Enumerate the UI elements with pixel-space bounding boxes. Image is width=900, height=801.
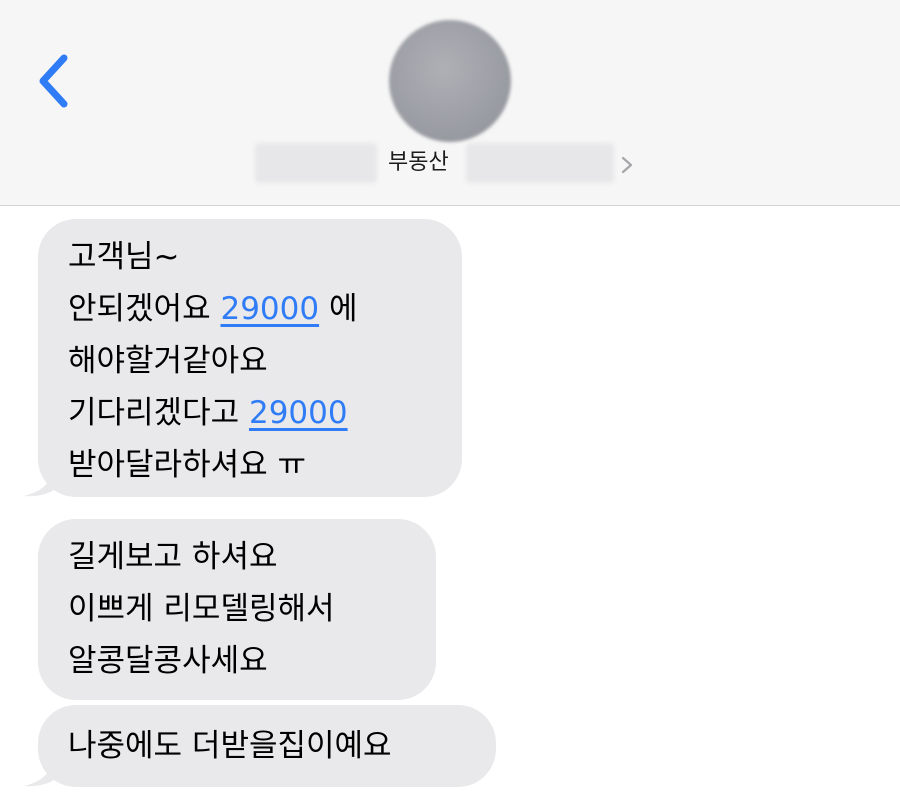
message-bubble-incoming[interactable]: 고객님~ 안되겠어요 29000 에 해야할거같아요 기다리겠다고 29000 … bbox=[38, 219, 462, 497]
conversation-header: 부동산 bbox=[0, 0, 900, 206]
contact-avatar[interactable] bbox=[389, 20, 511, 142]
contact-info-button[interactable]: 부동산 bbox=[255, 143, 655, 183]
messages-screen: 부동산 고객님~ 안되겠어요 29000 에 해야할거같아요 기다리겠다고 29… bbox=[0, 0, 900, 801]
message-line: 안되겠어요 29000 에 bbox=[68, 283, 432, 335]
message-line: 고객님~ bbox=[68, 239, 180, 275]
chevron-left-icon bbox=[39, 54, 68, 108]
message-line: 해야할거같아요 bbox=[68, 343, 268, 379]
number-link[interactable]: 29000 bbox=[220, 291, 319, 327]
redacted-name-right bbox=[466, 143, 614, 183]
number-link[interactable]: 29000 bbox=[249, 395, 348, 431]
bubble-tail bbox=[24, 759, 58, 787]
message-line: 길게보고 하셔요 bbox=[68, 539, 278, 575]
message-text: 기다리겠다고 bbox=[68, 395, 249, 431]
message-bubble-incoming[interactable]: 나중에도 더받을집이예요 bbox=[38, 705, 496, 787]
message-line: 알콩달콩사세요 bbox=[68, 643, 268, 679]
message-text: 안되겠어요 bbox=[68, 291, 221, 327]
back-button[interactable] bbox=[28, 48, 84, 114]
redacted-name-left bbox=[255, 143, 377, 183]
message-line: 받아달라하셔요 ㅠ bbox=[68, 447, 307, 483]
message-bubble-incoming[interactable]: 길게보고 하셔요 이쁘게 리모델링해서 알콩달콩사세요 bbox=[38, 519, 436, 700]
chevron-right-icon bbox=[621, 156, 633, 174]
bubble-tail bbox=[24, 469, 58, 497]
message-line: 이쁘게 리모델링해서 bbox=[68, 591, 335, 627]
message-line: 기다리겠다고 29000 bbox=[68, 387, 432, 439]
message-text: 에 bbox=[319, 291, 358, 327]
message-line: 나중에도 더받을집이예요 bbox=[68, 728, 392, 764]
contact-name: 부동산 bbox=[388, 150, 449, 175]
